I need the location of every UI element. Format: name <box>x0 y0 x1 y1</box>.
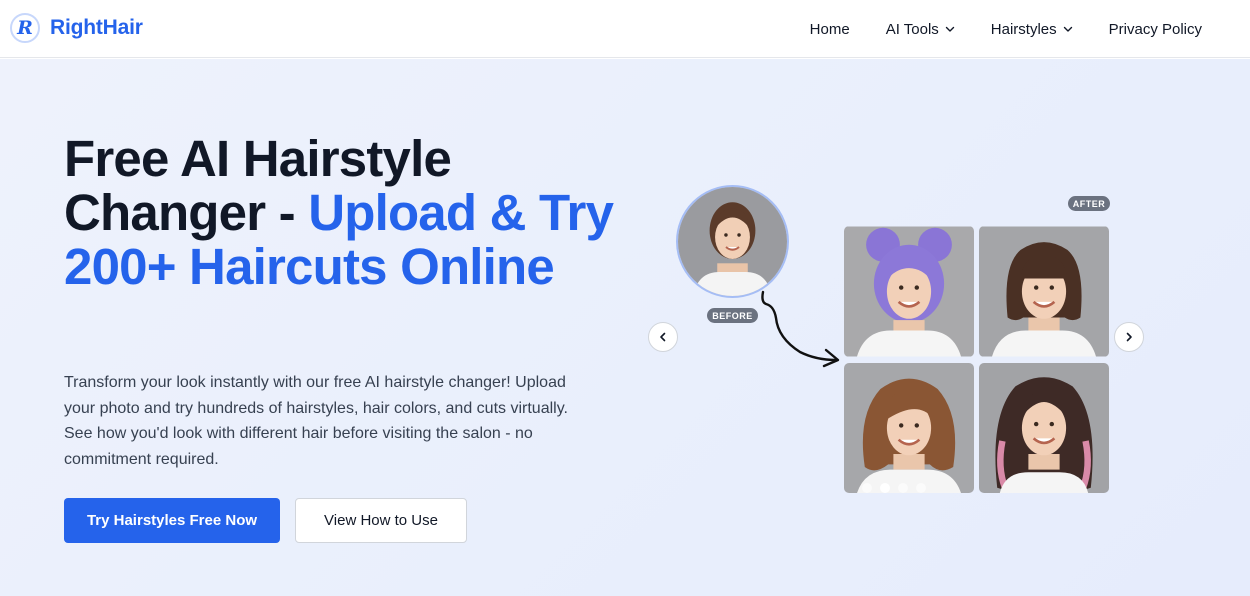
logo-link[interactable]: R RightHair <box>10 13 143 43</box>
chevron-down-icon <box>1063 26 1072 32</box>
portrait-image <box>979 226 1109 357</box>
try-hairstyles-button[interactable]: Try Hairstyles Free Now <box>64 498 280 543</box>
carousel-dots <box>862 483 934 493</box>
nav-hairstyles[interactable]: Hairstyles <box>991 21 1073 38</box>
main-nav: Home AI Tools Hairstyles Privacy Policy <box>810 0 1202 58</box>
carousel-prev-button[interactable] <box>648 322 678 352</box>
nav-home[interactable]: Home <box>810 21 850 38</box>
after-photo-brown-waves <box>844 363 974 493</box>
logo-icon: R <box>10 13 40 43</box>
after-photo-pink-highlights <box>979 363 1109 493</box>
before-photo <box>676 185 789 298</box>
nav-privacy-policy[interactable]: Privacy Policy <box>1109 21 1202 38</box>
carousel-next-button[interactable] <box>1114 322 1144 352</box>
carousel-dot-2[interactable] <box>880 483 890 493</box>
nav-hairstyles-label: Hairstyles <box>990 20 1057 38</box>
curved-arrow-icon <box>761 290 840 368</box>
hero-title: Free AI Hairstyle Changer - Upload & Try… <box>64 132 624 294</box>
brand-name: RightHair <box>50 16 143 39</box>
view-how-to-use-button[interactable]: View How to Use <box>295 498 467 543</box>
portrait-image <box>844 363 974 493</box>
site-header: R RightHair Home AI Tools Hairstyles Pri… <box>0 0 1250 58</box>
after-photo-bob-bangs <box>979 226 1109 357</box>
carousel-dot-4[interactable] <box>916 483 926 493</box>
hero-description: Transform your look instantly with our f… <box>64 374 568 468</box>
chevron-right-icon <box>1126 332 1132 342</box>
chevron-left-icon <box>660 332 666 342</box>
before-badge: BEFORE <box>707 308 758 323</box>
portrait-image <box>844 226 974 357</box>
portrait-image <box>678 187 787 296</box>
carousel-dot-3[interactable] <box>898 483 908 493</box>
carousel-dot-1[interactable] <box>862 483 872 493</box>
after-badge: AFTER <box>1068 196 1110 211</box>
nav-ai-tools-label: AI Tools <box>885 20 939 38</box>
after-photo-purple-buns <box>844 226 974 357</box>
nav-ai-tools[interactable]: AI Tools <box>886 21 955 38</box>
hero-section: Free AI Hairstyle Changer - Upload & Try… <box>0 59 1250 596</box>
portrait-image <box>979 363 1109 493</box>
chevron-down-icon <box>945 26 954 32</box>
nav-home-label: Home <box>809 20 850 38</box>
nav-privacy-label: Privacy Policy <box>1108 20 1202 38</box>
